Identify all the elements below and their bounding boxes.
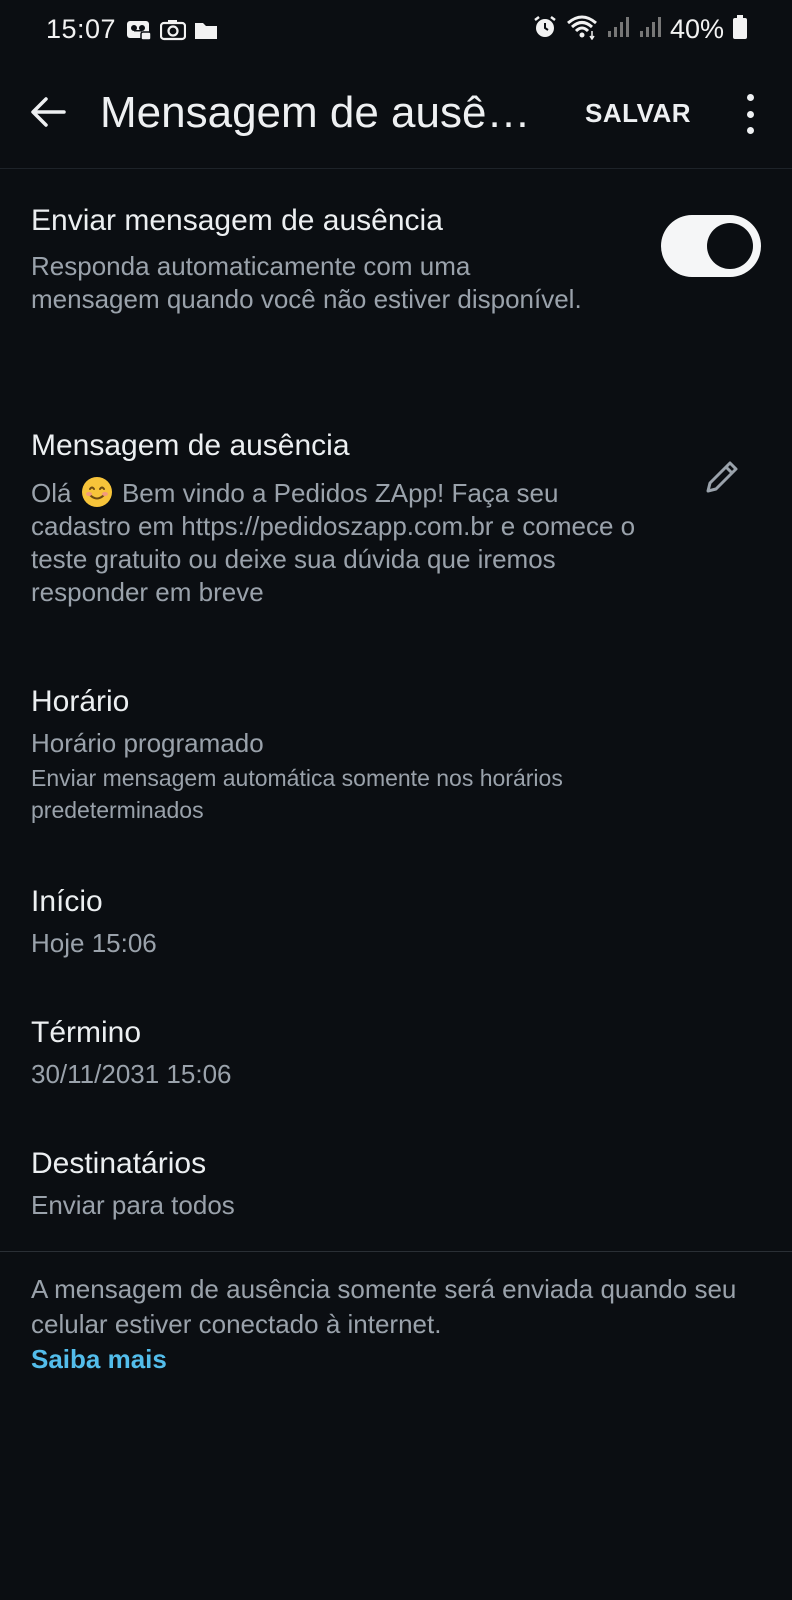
schedule-row[interactable]: Horário Horário programado Enviar mensag… (31, 683, 731, 826)
battery-icon (732, 14, 748, 45)
away-message-text: Olá Bem vindo a Pedidos ZApp! Faça seu c… (31, 476, 651, 609)
signal-icon (638, 15, 662, 44)
start-title: Início (31, 885, 103, 918)
alarm-icon (532, 14, 558, 45)
away-message-screen: 15:07 40% Mensagem de ausê… SALVAR Envia… (0, 0, 792, 1600)
end-row[interactable]: Término 30/11/2031 15:06 (31, 1014, 731, 1091)
battery-percent: 40% (669, 14, 724, 44)
voicemail-icon (126, 19, 152, 41)
send-away-title: Enviar mensagem de ausência (31, 204, 443, 237)
toggle-knob (707, 223, 753, 269)
pencil-icon (706, 461, 738, 493)
learn-more-link[interactable]: Saiba mais (31, 1342, 761, 1377)
divider (0, 1251, 792, 1252)
send-away-row[interactable]: Enviar mensagem de ausência Responda aut… (31, 202, 631, 316)
schedule-title: Horário (31, 685, 130, 718)
more-options-button[interactable] (732, 94, 768, 134)
end-title: Término (31, 1016, 142, 1049)
away-message-text-start: Olá (31, 478, 72, 508)
start-value: Hoje 15:06 (31, 928, 157, 958)
away-message-text-rest: Bem vindo a Pedidos ZApp! Faça seu cadas… (31, 478, 636, 607)
status-left-icons (126, 19, 218, 41)
recipients-row[interactable]: Destinatários Enviar para todos (31, 1145, 731, 1222)
status-bar: 15:07 40% (0, 0, 792, 60)
save-button[interactable]: SALVAR (585, 98, 691, 129)
back-button[interactable] (26, 90, 70, 134)
wifi-icon (566, 14, 598, 45)
recipients-title: Destinatários (31, 1147, 207, 1180)
more-vertical-icon (746, 94, 754, 101)
send-away-toggle[interactable] (661, 215, 761, 277)
camera-icon (159, 19, 187, 41)
footer-note: A mensagem de ausência somente será envi… (31, 1272, 761, 1377)
status-right-icons: 40% (532, 14, 748, 45)
arrow-left-icon (31, 97, 66, 127)
recipients-value: Enviar para todos (31, 1190, 235, 1220)
status-time: 15:07 (46, 14, 117, 44)
footer-note-text: A mensagem de ausência somente será envi… (31, 1274, 737, 1339)
signal-icon (606, 15, 630, 44)
away-message-row[interactable]: Mensagem de ausência Olá Bem vindo a Ped… (31, 427, 671, 609)
edit-message-button[interactable] (700, 455, 744, 499)
send-away-description: Responda automaticamente com uma mensage… (31, 251, 582, 314)
away-message-title: Mensagem de ausência (31, 429, 350, 462)
schedule-value: Horário programado (31, 728, 264, 758)
app-bar: Mensagem de ausê… SALVAR (0, 60, 792, 169)
folder-icon (194, 19, 218, 41)
start-row[interactable]: Início Hoje 15:06 (31, 883, 731, 960)
end-value: 30/11/2031 15:06 (31, 1059, 232, 1089)
smiling-face-emoji (81, 476, 113, 508)
page-title: Mensagem de ausê… (100, 88, 531, 137)
schedule-description: Enviar mensagem automática somente nos h… (31, 765, 563, 823)
